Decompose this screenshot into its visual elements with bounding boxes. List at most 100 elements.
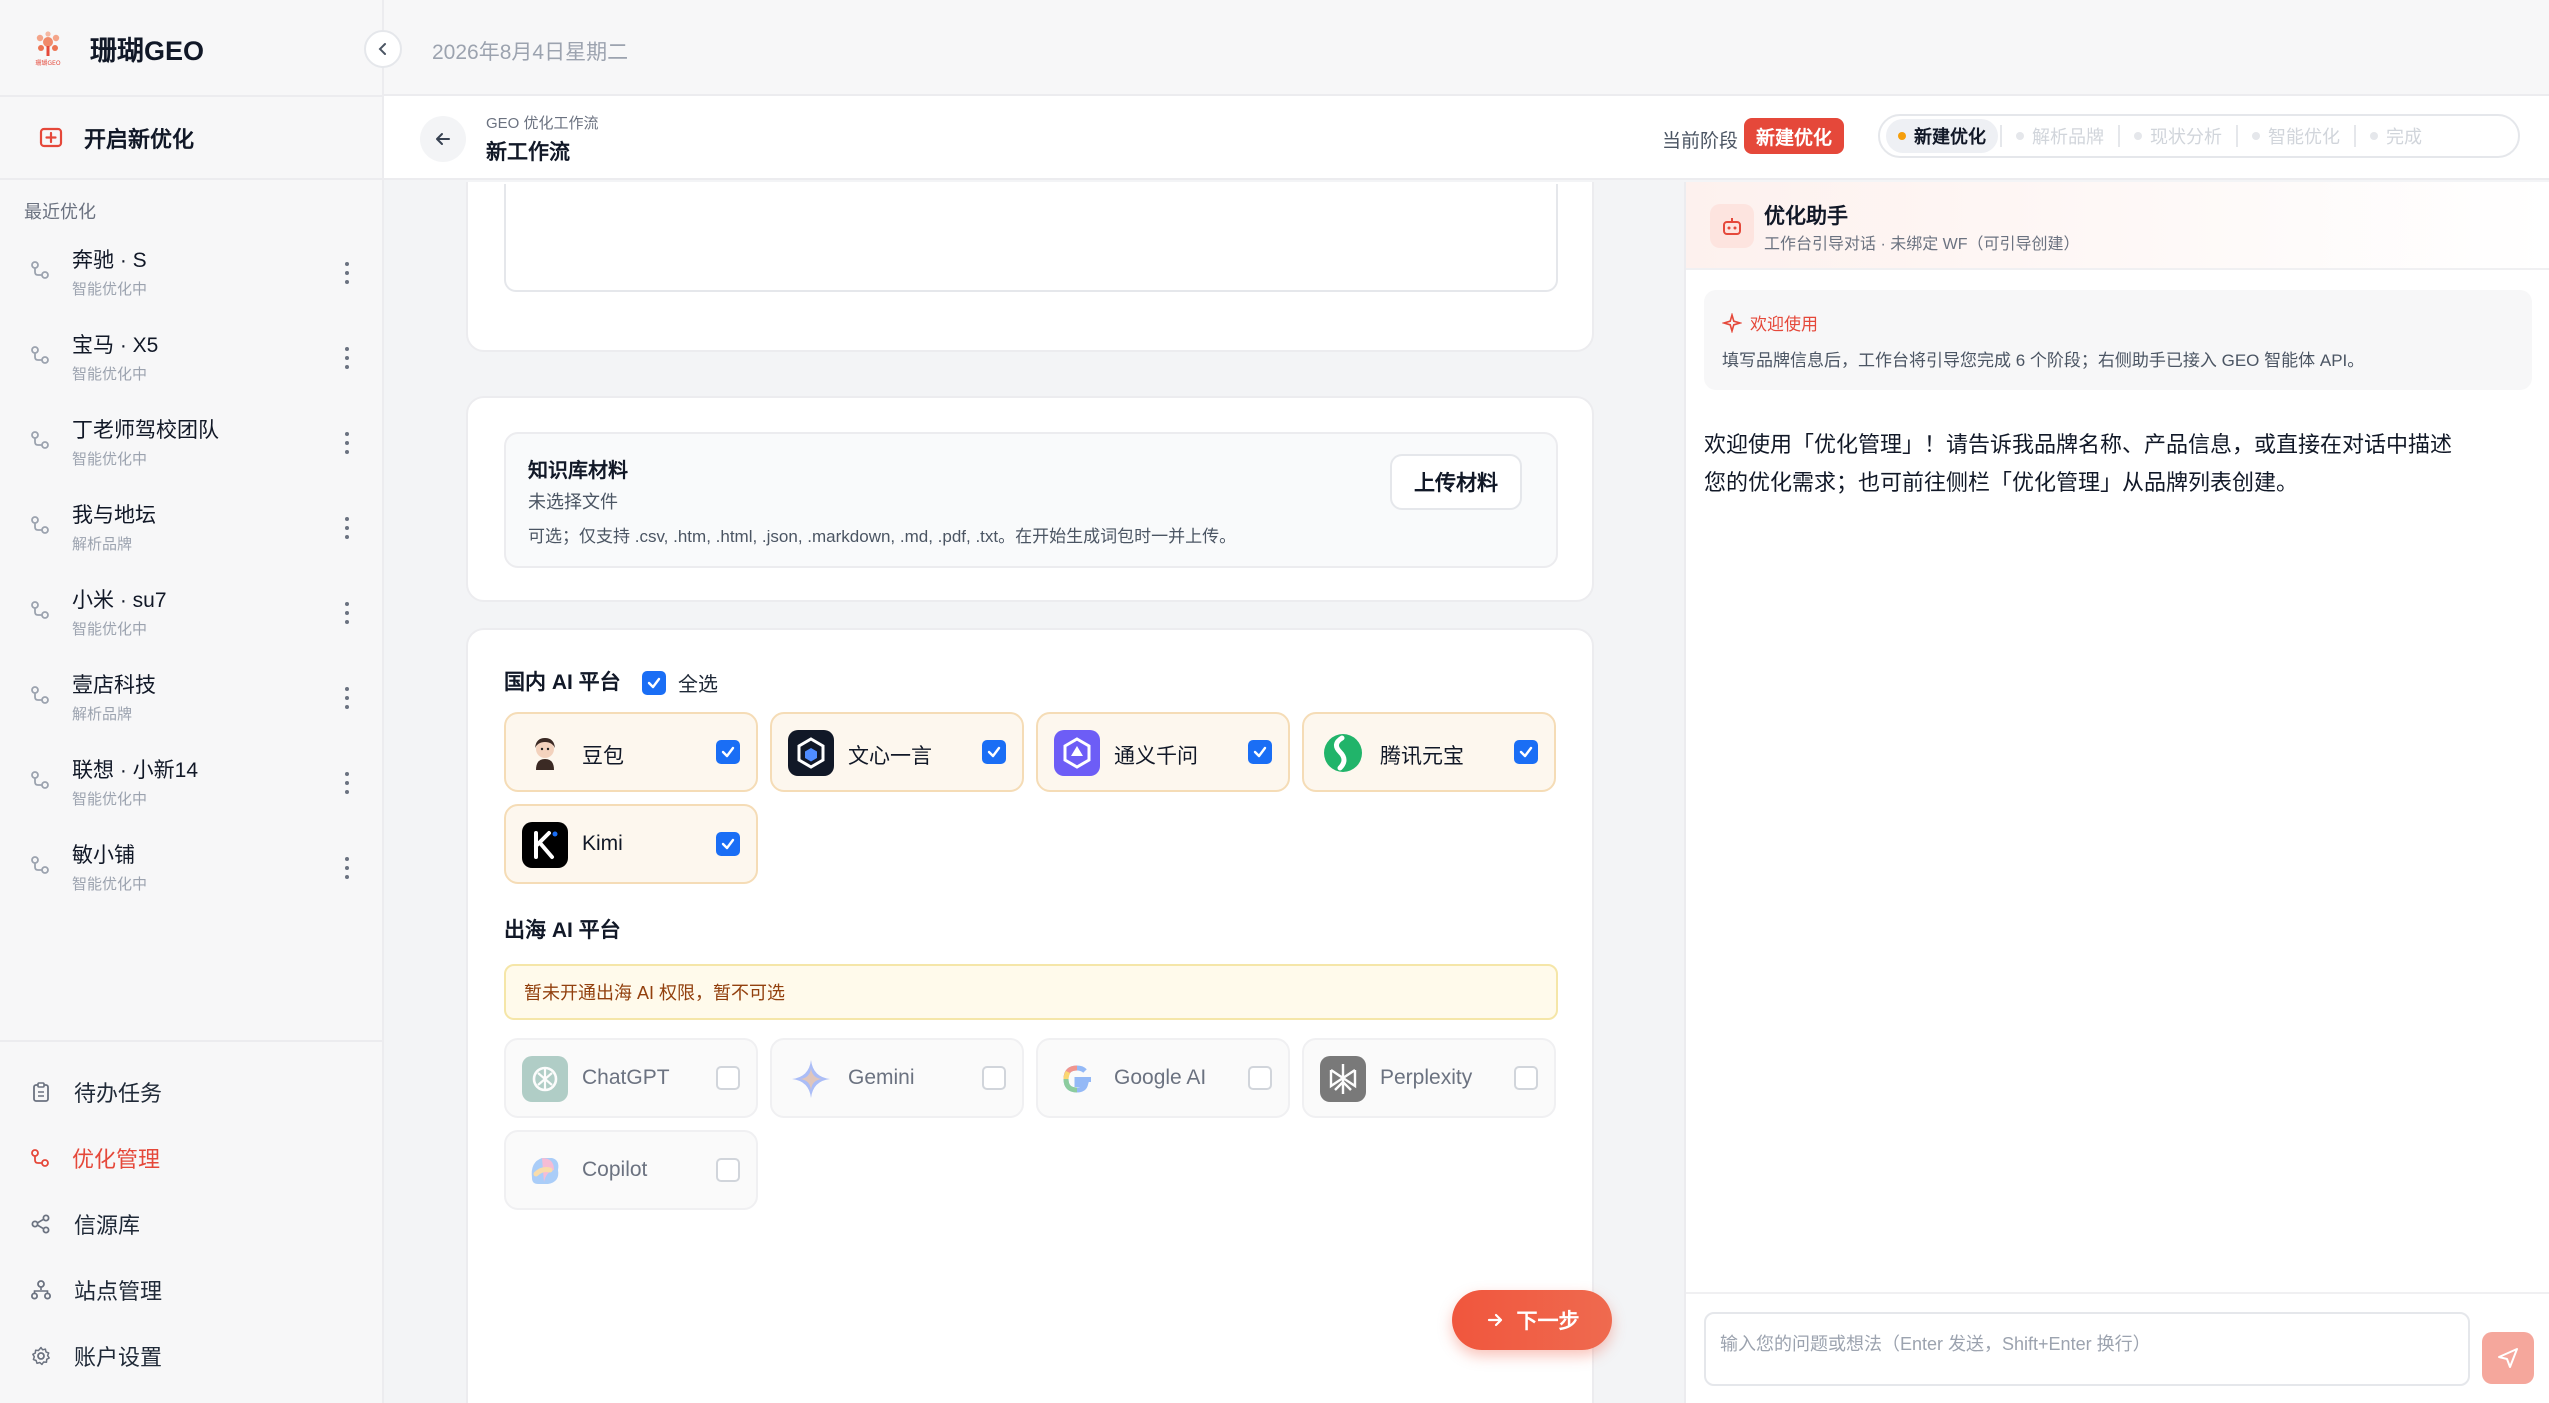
checkbox[interactable] bbox=[642, 670, 666, 695]
platform-option: Google AI bbox=[1036, 1038, 1290, 1118]
step-label: 新建优化 bbox=[1914, 127, 1986, 147]
new-optimization-label: 开启新优化 bbox=[84, 127, 195, 152]
platform-option[interactable]: 文心一言 bbox=[770, 712, 1024, 792]
more-vertical-icon[interactable] bbox=[338, 258, 356, 288]
brand[interactable]: 珊瑚GEO 珊瑚GEO bbox=[28, 26, 204, 70]
nav-item[interactable]: 信源库 bbox=[30, 1204, 140, 1244]
plus-box-icon bbox=[39, 127, 63, 148]
description-textarea[interactable] bbox=[504, 184, 1558, 292]
welcome-title-text: 欢迎使用 bbox=[1750, 315, 1818, 334]
share-icon bbox=[30, 1213, 52, 1235]
platform-checkbox[interactable] bbox=[716, 832, 740, 856]
step-label: 智能优化 bbox=[2268, 127, 2340, 147]
more-vertical-icon[interactable] bbox=[338, 853, 356, 883]
nav-item[interactable]: 站点管理 bbox=[30, 1270, 162, 1310]
sitemap-icon bbox=[30, 1279, 52, 1301]
chevron-left-icon bbox=[378, 43, 386, 55]
select-all-checkbox[interactable]: 全选 bbox=[642, 668, 718, 697]
doubao-logo-icon bbox=[522, 730, 568, 776]
recent-item[interactable]: 丁老师驾校团队 智能优化中 bbox=[0, 408, 384, 478]
platform-option[interactable]: Kimi bbox=[504, 804, 758, 884]
nav-item[interactable]: 待办任务 bbox=[30, 1072, 162, 1112]
step-separator bbox=[2118, 125, 2120, 147]
flow-icon bbox=[30, 260, 50, 285]
svg-text:珊瑚GEO: 珊瑚GEO bbox=[35, 59, 60, 67]
platform-checkbox[interactable] bbox=[1248, 740, 1272, 764]
platform-option[interactable]: 通义千问 bbox=[1036, 712, 1290, 792]
recent-item[interactable]: 我与地坛 解析品牌 bbox=[0, 493, 384, 563]
platform-option[interactable]: 豆包 bbox=[504, 712, 758, 792]
step-separator bbox=[2236, 125, 2238, 147]
platform-checkbox[interactable] bbox=[716, 740, 740, 764]
welcome-card: 欢迎使用 填写品牌信息后，工作台将引导您完成 6 个阶段；右侧助手已接入 GEO… bbox=[1704, 290, 2532, 390]
gemini-logo-icon bbox=[788, 1056, 834, 1102]
assistant-panel: 优化助手 工作台引导对话 · 未绑定 WF（可引导创建） 欢迎使用 填写品牌信息… bbox=[1684, 182, 2549, 1403]
recent-item-status: 智能优化中 bbox=[72, 451, 148, 468]
knowledge-box: 知识库材料 未选择文件 可选；仅支持 .csv, .htm, .html, .j… bbox=[504, 432, 1558, 568]
arrow-left-icon bbox=[436, 133, 450, 145]
sidebar-divider bbox=[0, 95, 384, 97]
more-vertical-icon[interactable] bbox=[338, 428, 356, 458]
platform-checkbox[interactable] bbox=[1514, 740, 1538, 764]
step-dot bbox=[2370, 132, 2378, 140]
recent-item-status: 解析品牌 bbox=[72, 536, 133, 553]
recent-title: 最近优化 bbox=[24, 202, 96, 222]
workflow-step[interactable]: 智能优化 bbox=[2240, 119, 2352, 153]
domestic-title: 国内 AI 平台 bbox=[504, 671, 621, 694]
assistant-message: 欢迎使用「优化管理」！请告诉我品牌名称、产品信息，或直接在对话中描述您的优化需求… bbox=[1704, 432, 2453, 495]
nav-item[interactable]: 优化管理 bbox=[30, 1138, 160, 1178]
back-button[interactable] bbox=[420, 116, 466, 162]
brand-info-card bbox=[466, 182, 1594, 352]
send-button[interactable] bbox=[2482, 1332, 2534, 1384]
copilot-logo-icon bbox=[522, 1148, 568, 1194]
recent-item[interactable]: 联想 · 小新14 智能优化中 bbox=[0, 748, 384, 818]
workflow-step[interactable]: 新建优化 bbox=[1886, 119, 1998, 153]
more-vertical-icon[interactable] bbox=[338, 683, 356, 713]
recent-item[interactable]: 宝马 · X5 智能优化中 bbox=[0, 323, 384, 393]
perplexity-logo-icon bbox=[1320, 1056, 1366, 1102]
nav-item[interactable]: 账户设置 bbox=[30, 1336, 162, 1376]
next-step-label: 下一步 bbox=[1516, 1310, 1580, 1333]
new-optimization-button[interactable]: 开启新优化 bbox=[38, 118, 194, 158]
clipboard-icon bbox=[30, 1081, 52, 1103]
recent-item[interactable]: 奔驰 · S 智能优化中 bbox=[0, 238, 384, 308]
flow-icon bbox=[30, 770, 50, 795]
wenxin-logo-icon bbox=[788, 730, 834, 776]
flow-icon bbox=[30, 1148, 50, 1168]
recent-item[interactable]: 小米 · su7 智能优化中 bbox=[0, 578, 384, 648]
stepper: 新建优化 解析品牌 现状分析 智能优化 完成 bbox=[1878, 114, 2520, 158]
more-vertical-icon[interactable] bbox=[338, 768, 356, 798]
sidebar-divider bbox=[0, 178, 384, 180]
recent-item-status: 智能优化中 bbox=[72, 876, 148, 893]
check-icon bbox=[1519, 746, 1533, 758]
flow-icon bbox=[30, 345, 50, 370]
workflow-step[interactable]: 完成 bbox=[2358, 119, 2434, 153]
platform-checkbox[interactable] bbox=[982, 740, 1006, 764]
platform-option[interactable]: 腾讯元宝 bbox=[1302, 712, 1556, 792]
welcome-title: 欢迎使用 bbox=[1722, 310, 1818, 335]
workflow-step[interactable]: 解析品牌 bbox=[2004, 119, 2116, 153]
more-vertical-icon[interactable] bbox=[338, 513, 356, 543]
main-content: 知识库材料 未选择文件 可选；仅支持 .csv, .htm, .html, .j… bbox=[384, 182, 1684, 1403]
sidebar-divider bbox=[0, 1040, 384, 1042]
nav-item-label: 优化管理 bbox=[72, 1147, 161, 1172]
upload-button[interactable]: 上传材料 bbox=[1390, 454, 1522, 510]
collapse-sidebar-button[interactable] bbox=[364, 30, 402, 68]
kimi-logo-icon bbox=[522, 822, 568, 868]
platform-name: Kimi bbox=[582, 832, 623, 855]
more-vertical-icon[interactable] bbox=[338, 343, 356, 373]
recent-item-name: 宝马 · X5 bbox=[72, 334, 159, 357]
knowledge-card: 知识库材料 未选择文件 可选；仅支持 .csv, .htm, .html, .j… bbox=[466, 396, 1594, 602]
recent-item-name: 联想 · 小新14 bbox=[72, 759, 199, 782]
more-vertical-icon[interactable] bbox=[338, 598, 356, 628]
recent-item-status: 智能优化中 bbox=[72, 281, 148, 298]
workflow-subtitle: GEO 优化工作流 bbox=[486, 115, 599, 132]
recent-item[interactable]: 敏小铺 智能优化中 bbox=[0, 833, 384, 903]
check-icon bbox=[721, 746, 735, 758]
workflow-step[interactable]: 现状分析 bbox=[2122, 119, 2234, 153]
assistant-input[interactable]: 输入您的问题或想法（Enter 发送，Shift+Enter 换行） bbox=[1704, 1312, 2470, 1386]
current-date: 2026年8月4日星期二 bbox=[432, 41, 629, 64]
platform-checkbox bbox=[716, 1158, 740, 1182]
next-step-button[interactable]: 下一步 bbox=[1452, 1290, 1612, 1350]
recent-item[interactable]: 壹店科技 解析品牌 bbox=[0, 663, 384, 733]
